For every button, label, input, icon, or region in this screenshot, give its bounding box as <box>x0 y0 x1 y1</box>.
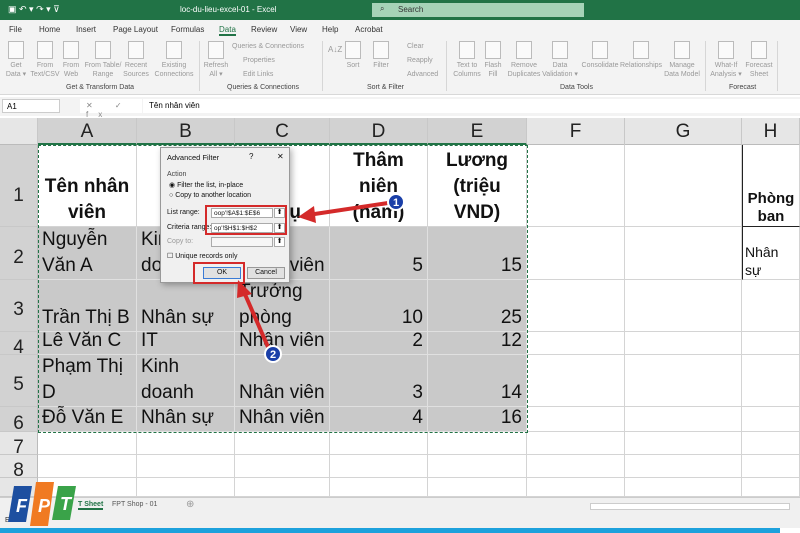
arrow-1 <box>307 201 389 217</box>
annotation-layer: 1 2 <box>237 193 405 363</box>
arrow-1-head <box>298 206 316 223</box>
horizontal-scrollbar[interactable] <box>590 503 790 510</box>
arrow-2 <box>242 291 270 348</box>
add-sheet-icon[interactable]: ⊕ <box>186 499 194 510</box>
badge-2-label: 2 <box>270 349 276 361</box>
sheet-tab[interactable]: FPT Shop - 01 <box>112 501 157 508</box>
status-bar: Enter <box>0 514 800 528</box>
taskbar-strip <box>0 528 780 533</box>
sheet-tab-bar: T Sheet FPT Shop - 01 ⊕ <box>0 497 800 514</box>
svg-text:F: F <box>16 496 28 516</box>
fpt-logo: F P T <box>8 482 76 526</box>
svg-text:P: P <box>38 496 51 516</box>
badge-1-label: 1 <box>393 197 399 209</box>
arrow-2-head <box>237 280 252 298</box>
sheet-tab-active[interactable]: T Sheet <box>78 501 104 510</box>
